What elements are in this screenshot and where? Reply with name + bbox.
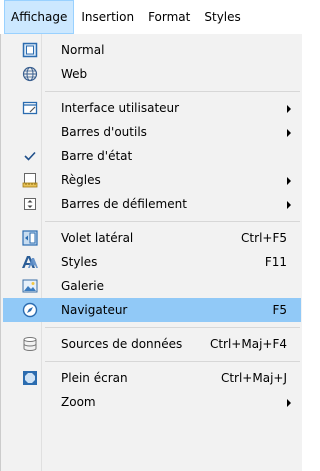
affichage-dropdown-menu: Normal Web Interface utilisateur Barres …	[0, 34, 302, 471]
menu-item-volet-lateral-shortcut: Ctrl+F5	[241, 231, 287, 245]
menu-item-galerie[interactable]: Galerie	[3, 274, 301, 298]
gallery-icon	[21, 277, 39, 295]
check-icon	[21, 147, 39, 165]
menu-separator	[45, 361, 300, 362]
menu-item-normal-label: Normal	[61, 43, 105, 57]
menu-item-barres-defilement[interactable]: Barres de défilement	[3, 192, 301, 216]
fullscreen-icon	[21, 369, 39, 387]
menu-item-sources-donnees-label: Sources de données	[61, 337, 183, 351]
menu-item-volet-lateral[interactable]: Volet latéral Ctrl+F5	[3, 226, 301, 250]
menu-item-zoom-label: Zoom	[61, 395, 96, 409]
window-icon	[21, 99, 39, 117]
page-icon	[21, 41, 39, 59]
menu-styles[interactable]: Styles	[197, 0, 247, 34]
menu-bar: Affichage Insertion Format Styles	[0, 0, 302, 34]
menu-affichage[interactable]: Affichage	[4, 0, 75, 34]
menu-item-plein-ecran-shortcut: Ctrl+Maj+J	[220, 371, 287, 385]
menu-item-sources-donnees-shortcut: Ctrl+Maj+F4	[209, 337, 287, 351]
menu-item-interface-utilisateur-label: Interface utilisateur	[61, 101, 180, 115]
submenu-arrow-icon	[287, 201, 291, 209]
menu-item-barre-etat-label: Barre d'état	[61, 149, 133, 163]
submenu-arrow-icon	[287, 105, 291, 113]
sidebar-icon	[21, 229, 39, 247]
menu-item-navigateur-label: Navigateur	[61, 303, 128, 317]
menu-styles-label: Styles	[204, 10, 241, 24]
menu-item-barres-outils-label: Barres d'outils	[61, 125, 147, 139]
menu-item-barre-etat[interactable]: Barre d'état	[3, 144, 301, 168]
menu-item-styles[interactable]: Styles F11	[3, 250, 301, 274]
navigator-icon	[21, 301, 39, 319]
styles-icon	[21, 253, 39, 271]
menu-item-galerie-label: Galerie	[61, 279, 105, 293]
menu-item-web-label: Web	[61, 67, 88, 81]
menu-insertion-label: Insertion	[81, 10, 135, 24]
menu-insertion[interactable]: Insertion	[74, 0, 141, 34]
menu-item-interface-utilisateur[interactable]: Interface utilisateur	[3, 96, 301, 120]
menu-format[interactable]: Format	[141, 0, 197, 34]
menu-separator	[45, 91, 300, 92]
menu-separator	[45, 221, 300, 222]
menu-item-navigateur[interactable]: Navigateur F5	[3, 298, 301, 322]
scrollbar-icon	[21, 195, 39, 213]
menu-item-plein-ecran-label: Plein écran	[61, 371, 128, 385]
menu-format-label: Format	[148, 10, 191, 24]
menu-item-regles-label: Règles	[61, 173, 101, 187]
menu-item-regles[interactable]: Règles	[3, 168, 301, 192]
database-icon	[21, 335, 39, 353]
menu-item-volet-lateral-label: Volet latéral	[61, 231, 134, 245]
menu-item-sources-donnees[interactable]: Sources de données Ctrl+Maj+F4	[3, 332, 301, 356]
submenu-arrow-icon	[287, 177, 291, 185]
submenu-arrow-icon	[287, 129, 291, 137]
menu-item-navigateur-shortcut: F5	[272, 303, 287, 317]
menu-item-normal[interactable]: Normal	[3, 38, 301, 62]
menu-item-plein-ecran[interactable]: Plein écran Ctrl+Maj+J	[3, 366, 301, 390]
menu-item-styles-shortcut: F11	[264, 255, 287, 269]
menu-separator	[45, 327, 300, 328]
menu-affichage-label: Affichage	[11, 10, 68, 24]
menu-item-zoom[interactable]: Zoom	[3, 390, 301, 414]
menu-item-styles-label: Styles	[61, 255, 98, 269]
ruler-icon	[21, 171, 39, 189]
globe-icon	[21, 65, 39, 83]
menu-item-web[interactable]: Web	[3, 62, 301, 86]
menu-item-barres-outils[interactable]: Barres d'outils	[3, 120, 301, 144]
submenu-arrow-icon	[287, 399, 291, 407]
menu-item-barres-defilement-label: Barres de défilement	[61, 197, 187, 211]
